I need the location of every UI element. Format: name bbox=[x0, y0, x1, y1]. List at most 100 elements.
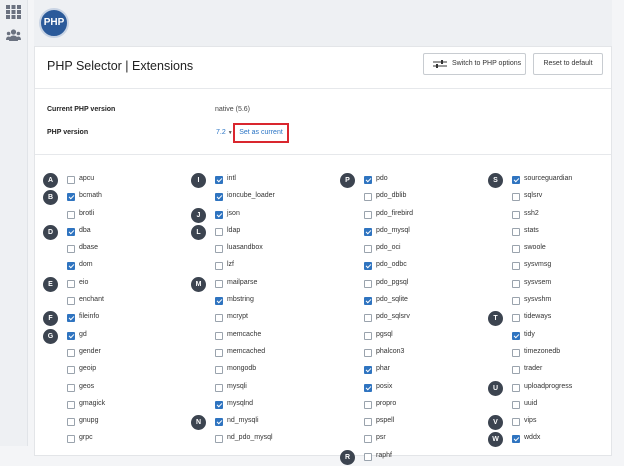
extension-checkbox[interactable] bbox=[67, 245, 75, 254]
extension-checkbox[interactable] bbox=[215, 314, 223, 323]
extension-checkbox[interactable] bbox=[215, 262, 223, 271]
extension-checkbox[interactable] bbox=[364, 279, 372, 288]
extension-row: Bbcmath bbox=[43, 189, 183, 206]
extension-checkbox[interactable] bbox=[215, 366, 223, 375]
extension-checkbox[interactable] bbox=[512, 366, 520, 375]
set-as-current-link[interactable]: Set as current bbox=[233, 123, 289, 143]
extension-row: memcached bbox=[191, 345, 331, 362]
extension-checkbox[interactable] bbox=[364, 297, 372, 306]
extension-checkbox[interactable] bbox=[512, 193, 520, 202]
extension-label: timezonedb bbox=[524, 347, 561, 355]
extension-label: eio bbox=[79, 278, 89, 286]
extension-checkbox[interactable] bbox=[215, 297, 223, 306]
extension-checkbox[interactable] bbox=[364, 176, 372, 184]
extension-label: mcrypt bbox=[227, 313, 248, 321]
extension-row: timezonedb bbox=[488, 345, 608, 362]
extension-checkbox[interactable] bbox=[364, 452, 372, 461]
extension-row: Ppdo bbox=[340, 172, 480, 189]
extension-checkbox[interactable] bbox=[215, 331, 223, 340]
extension-checkbox[interactable] bbox=[364, 227, 372, 236]
users-icon[interactable] bbox=[6, 28, 21, 42]
extension-checkbox[interactable] bbox=[364, 418, 372, 427]
extension-checkbox[interactable] bbox=[364, 210, 372, 219]
extension-checkbox[interactable] bbox=[364, 435, 372, 444]
extension-checkbox[interactable] bbox=[364, 383, 372, 392]
extension-checkbox[interactable] bbox=[512, 262, 520, 271]
extension-checkbox[interactable] bbox=[67, 366, 75, 375]
letter-badge: S bbox=[488, 173, 503, 188]
reset-to-default-button[interactable]: Reset to default bbox=[533, 53, 603, 75]
extension-checkbox[interactable] bbox=[67, 210, 75, 219]
extension-checkbox[interactable] bbox=[364, 400, 372, 409]
extension-checkbox[interactable] bbox=[215, 279, 223, 288]
extension-checkbox[interactable] bbox=[67, 348, 75, 357]
extension-checkbox[interactable] bbox=[364, 314, 372, 323]
php-logo: PHP bbox=[39, 8, 69, 38]
extension-checkbox[interactable] bbox=[67, 279, 75, 288]
extension-checkbox[interactable] bbox=[215, 418, 223, 427]
extension-label: tidy bbox=[524, 330, 535, 338]
extension-row: Rraphf bbox=[340, 449, 480, 466]
extension-checkbox[interactable] bbox=[67, 227, 75, 236]
extension-checkbox[interactable] bbox=[512, 418, 520, 427]
extension-checkbox[interactable] bbox=[512, 435, 520, 444]
extension-row: brotli bbox=[43, 207, 183, 224]
sliders-icon bbox=[433, 60, 447, 68]
extension-label: lzf bbox=[227, 261, 234, 269]
letter-badge: E bbox=[43, 276, 58, 292]
extension-checkbox[interactable] bbox=[215, 193, 223, 202]
extension-checkbox[interactable] bbox=[364, 366, 372, 375]
extension-checkbox[interactable] bbox=[512, 383, 520, 392]
extension-checkbox[interactable] bbox=[364, 262, 372, 271]
extension-checkbox[interactable] bbox=[215, 176, 223, 184]
extension-label: phalcon3 bbox=[376, 347, 405, 355]
extension-row: Jjson bbox=[191, 207, 331, 224]
extension-checkbox[interactable] bbox=[215, 383, 223, 392]
extension-checkbox[interactable] bbox=[364, 331, 372, 340]
extension-checkbox[interactable] bbox=[67, 435, 75, 444]
extension-checkbox[interactable] bbox=[512, 227, 520, 236]
extension-checkbox[interactable] bbox=[364, 348, 372, 357]
extension-label: memcache bbox=[227, 330, 262, 338]
extension-row: nd_pdo_mysql bbox=[191, 431, 331, 448]
extension-checkbox[interactable] bbox=[67, 193, 75, 202]
extension-checkbox[interactable] bbox=[67, 418, 75, 427]
extension-row: swoole bbox=[488, 241, 608, 258]
php-version-select[interactable]: 7.2 ▼ bbox=[216, 129, 233, 136]
extension-checkbox[interactable] bbox=[215, 210, 223, 219]
extension-checkbox[interactable] bbox=[215, 245, 223, 254]
extension-checkbox[interactable] bbox=[512, 210, 520, 219]
extension-checkbox[interactable] bbox=[512, 297, 520, 306]
extension-row: pspell bbox=[340, 414, 480, 431]
extension-row: Iintl bbox=[191, 172, 331, 189]
extension-row: grpc bbox=[43, 431, 183, 448]
extension-checkbox[interactable] bbox=[67, 297, 75, 306]
extension-checkbox[interactable] bbox=[215, 348, 223, 357]
extension-row: trader bbox=[488, 362, 608, 379]
extension-checkbox[interactable] bbox=[215, 435, 223, 444]
extension-checkbox[interactable] bbox=[512, 331, 520, 340]
extension-checkbox[interactable] bbox=[512, 245, 520, 254]
extension-checkbox[interactable] bbox=[215, 400, 223, 409]
extension-checkbox[interactable] bbox=[67, 331, 75, 340]
extension-row: Ggd bbox=[43, 328, 183, 345]
extension-row: pdo_oci bbox=[340, 241, 480, 258]
extension-checkbox[interactable] bbox=[512, 176, 520, 184]
grid-icon[interactable] bbox=[6, 5, 21, 19]
extension-checkbox[interactable] bbox=[215, 227, 223, 236]
extension-label: pdo_odbc bbox=[376, 261, 407, 269]
extension-label: pgsql bbox=[376, 330, 393, 338]
extension-label: mysqlnd bbox=[227, 399, 254, 407]
extension-checkbox[interactable] bbox=[512, 314, 520, 323]
extension-checkbox[interactable] bbox=[67, 400, 75, 409]
extension-checkbox[interactable] bbox=[512, 279, 520, 288]
extension-checkbox[interactable] bbox=[512, 400, 520, 409]
extension-checkbox[interactable] bbox=[364, 193, 372, 202]
extension-checkbox[interactable] bbox=[364, 245, 372, 254]
extension-checkbox[interactable] bbox=[67, 314, 75, 323]
extension-checkbox[interactable] bbox=[67, 383, 75, 392]
extension-checkbox[interactable] bbox=[67, 176, 75, 184]
switch-to-php-options-button[interactable]: Switch to PHP options bbox=[423, 53, 526, 75]
extension-checkbox[interactable] bbox=[512, 348, 520, 357]
extension-checkbox[interactable] bbox=[67, 262, 75, 271]
